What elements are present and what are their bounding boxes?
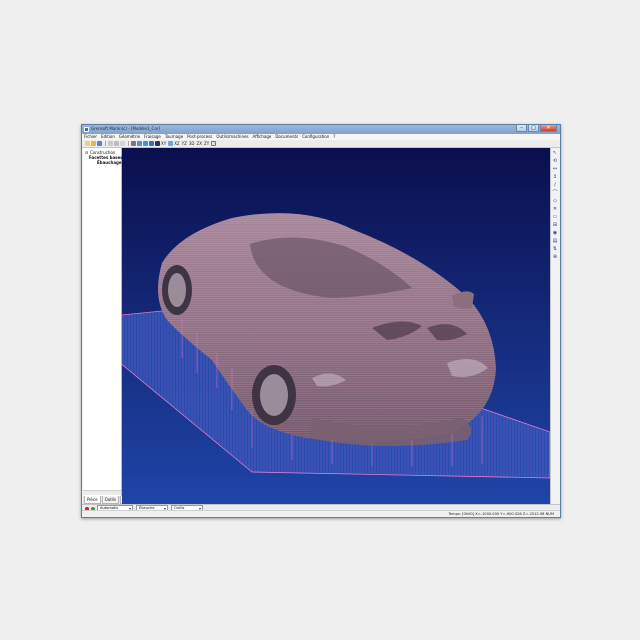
cut-icon[interactable] [108, 141, 113, 146]
app-icon [84, 127, 89, 132]
status-bar: Temps: [0h00] X=-1000.000 Y=-900.326 Z=-… [82, 510, 560, 517]
toolbar-separator [128, 141, 129, 146]
view-3d-button[interactable]: 3D [189, 141, 195, 146]
window-title: Grensoft Marlin(c) - [Modèle1_Car] [91, 126, 160, 131]
open-folder-icon[interactable] [91, 141, 96, 146]
horizontal-scrollbar[interactable] [83, 490, 121, 495]
print-icon[interactable] [131, 141, 136, 146]
swap-tool-icon[interactable]: ⇅ [552, 246, 558, 252]
save-icon[interactable] [97, 141, 102, 146]
shape-tool-icon[interactable]: ◇ [552, 198, 558, 204]
view-xy-button[interactable]: XY [161, 141, 166, 146]
copy-icon[interactable] [114, 141, 119, 146]
view-zx-button[interactable]: ZX [196, 141, 201, 146]
toolbar-separator [105, 141, 106, 146]
layers-tool-icon[interactable]: ▤ [552, 238, 558, 244]
toolbar: XY XZ YZ 3D ZX ZY [82, 140, 560, 148]
grid-tool-icon[interactable]: ⊞ [552, 222, 558, 228]
view-yz-button[interactable]: YZ [182, 141, 187, 146]
rear-left-rim [168, 273, 186, 307]
origin-tool-icon[interactable]: ⊕ [552, 254, 558, 260]
view-zy-button[interactable]: ZY [204, 141, 209, 146]
pan-vertical-icon[interactable]: ↕ [552, 174, 558, 180]
zoom-fit-icon[interactable] [149, 141, 154, 146]
delete-tool-icon[interactable]: ✕ [552, 206, 558, 212]
application-window: Grensoft Marlin(c) - [Modèle1_Car] – □ ✕… [81, 124, 561, 518]
line-tool-icon[interactable]: ∕ [552, 182, 558, 188]
view-icon[interactable] [168, 141, 174, 146]
rectangle-tool-icon[interactable]: ▭ [552, 214, 558, 220]
close-button[interactable]: ✕ [540, 125, 557, 132]
select-arrow-icon[interactable]: ↖ [552, 150, 558, 156]
minimize-button[interactable]: – [516, 125, 527, 132]
pan-horizontal-icon[interactable]: ↔ [552, 166, 558, 172]
status-coordinates: Temps: [0h00] X=-1000.000 Y=-900.326 Z=-… [448, 512, 554, 516]
maximize-button[interactable]: □ [528, 125, 539, 132]
front-left-rim [260, 374, 288, 416]
zoom-out-icon[interactable] [143, 141, 148, 146]
new-file-icon[interactable] [85, 141, 90, 146]
title-bar: Grensoft Marlin(c) - [Modèle1_Car] – □ ✕ [82, 125, 560, 134]
3d-viewport[interactable] [122, 148, 550, 504]
tab-outils[interactable]: Outils [101, 496, 120, 504]
arc-tool-icon[interactable]: ⌒ [552, 190, 558, 196]
panel-tabs: Pièce Outils Calculs [83, 496, 141, 504]
right-toolbar: ↖ ⟲ ↔ ↕ ∕ ⌒ ◇ ✕ ▭ ⊞ ◉ ▤ ⇅ ⊕ [550, 148, 559, 504]
help-icon[interactable] [211, 141, 217, 146]
tab-piece[interactable]: Pièce [84, 496, 101, 504]
zoom-in-icon[interactable] [137, 141, 142, 146]
shading-icon[interactable] [155, 141, 160, 146]
point-tool-icon[interactable]: ◉ [552, 230, 558, 236]
project-tree-panel: ⊟ Construction Facettes bases Ébauchage … [83, 148, 141, 504]
rotate-icon[interactable]: ⟲ [552, 158, 558, 164]
tree-root-icon: ⊟ [85, 150, 89, 155]
view-xz-button[interactable]: XZ [174, 141, 179, 146]
paste-icon[interactable] [120, 141, 125, 146]
